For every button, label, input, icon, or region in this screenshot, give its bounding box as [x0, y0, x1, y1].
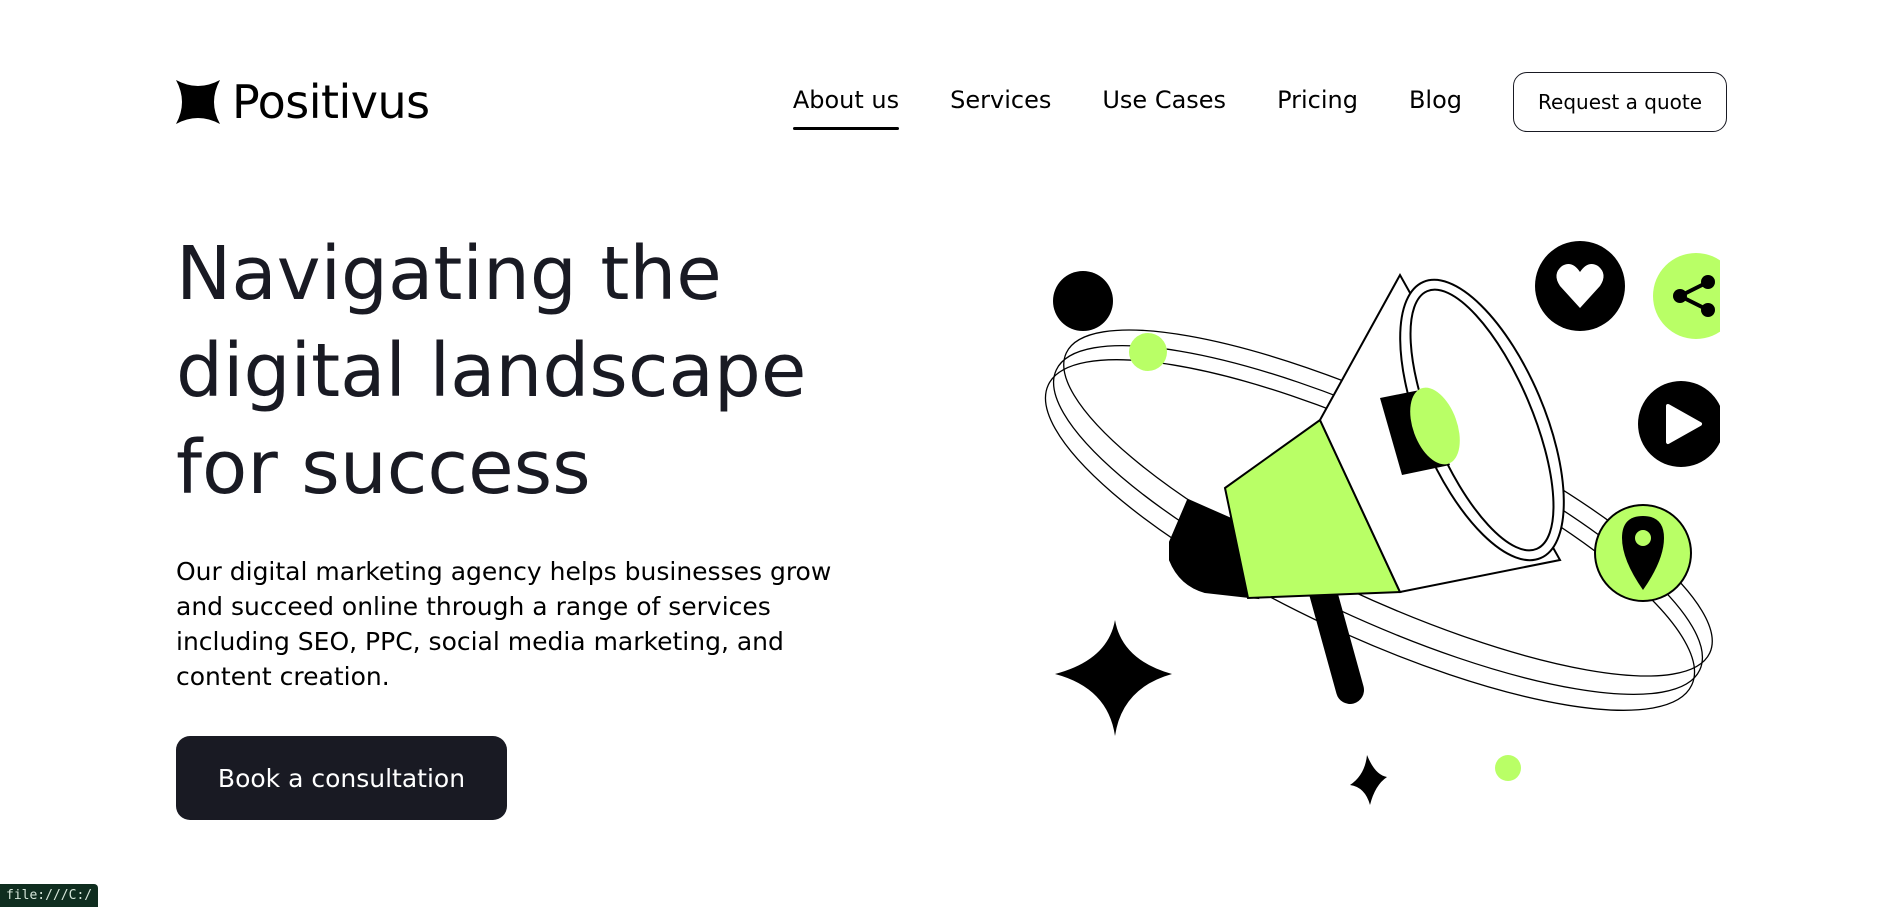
- request-quote-button[interactable]: Request a quote: [1513, 72, 1727, 132]
- hero-title-line: for success: [176, 425, 591, 511]
- black-dot: [1053, 271, 1113, 331]
- hero-title-line: Navigating the: [176, 231, 722, 317]
- nav-use-cases[interactable]: Use Cases: [1102, 86, 1226, 118]
- sparkle-star-icon: [1350, 755, 1387, 805]
- star-logo-icon: [176, 80, 220, 124]
- heart-badge: [1535, 241, 1625, 331]
- megaphone-icon: [1169, 272, 1565, 704]
- nav-blog[interactable]: Blog: [1409, 86, 1462, 118]
- nav-services[interactable]: Services: [950, 86, 1051, 118]
- sparkle-star-icon: [1055, 620, 1172, 736]
- share-badge: [1653, 253, 1720, 339]
- site-header: Positivus About us Services Use Cases Pr…: [176, 72, 1727, 132]
- nav-about-us[interactable]: About us: [792, 86, 900, 130]
- nav-pricing[interactable]: Pricing: [1277, 86, 1358, 118]
- hero-title-line: digital landscape: [176, 328, 807, 414]
- book-consultation-button[interactable]: Book a consultation: [176, 736, 507, 820]
- location-badge: [1594, 504, 1692, 602]
- green-dot: [1129, 333, 1167, 371]
- main-nav: About us Services Use Cases Pricing Blog…: [792, 72, 1727, 132]
- green-dot: [1495, 755, 1521, 781]
- hero-description: Our digital marketing agency helps busin…: [176, 557, 832, 691]
- brand-logo[interactable]: Positivus: [176, 75, 430, 129]
- brand-name: Positivus: [232, 75, 430, 129]
- hero-title: Navigating the digital landscape for suc…: [176, 226, 876, 517]
- play-badge: [1638, 381, 1720, 467]
- hero-illustration: [1044, 241, 1720, 805]
- landing-page: Positivus About us Services Use Cases Pr…: [0, 0, 1899, 907]
- browser-status-bar: file:///C:/: [0, 884, 99, 907]
